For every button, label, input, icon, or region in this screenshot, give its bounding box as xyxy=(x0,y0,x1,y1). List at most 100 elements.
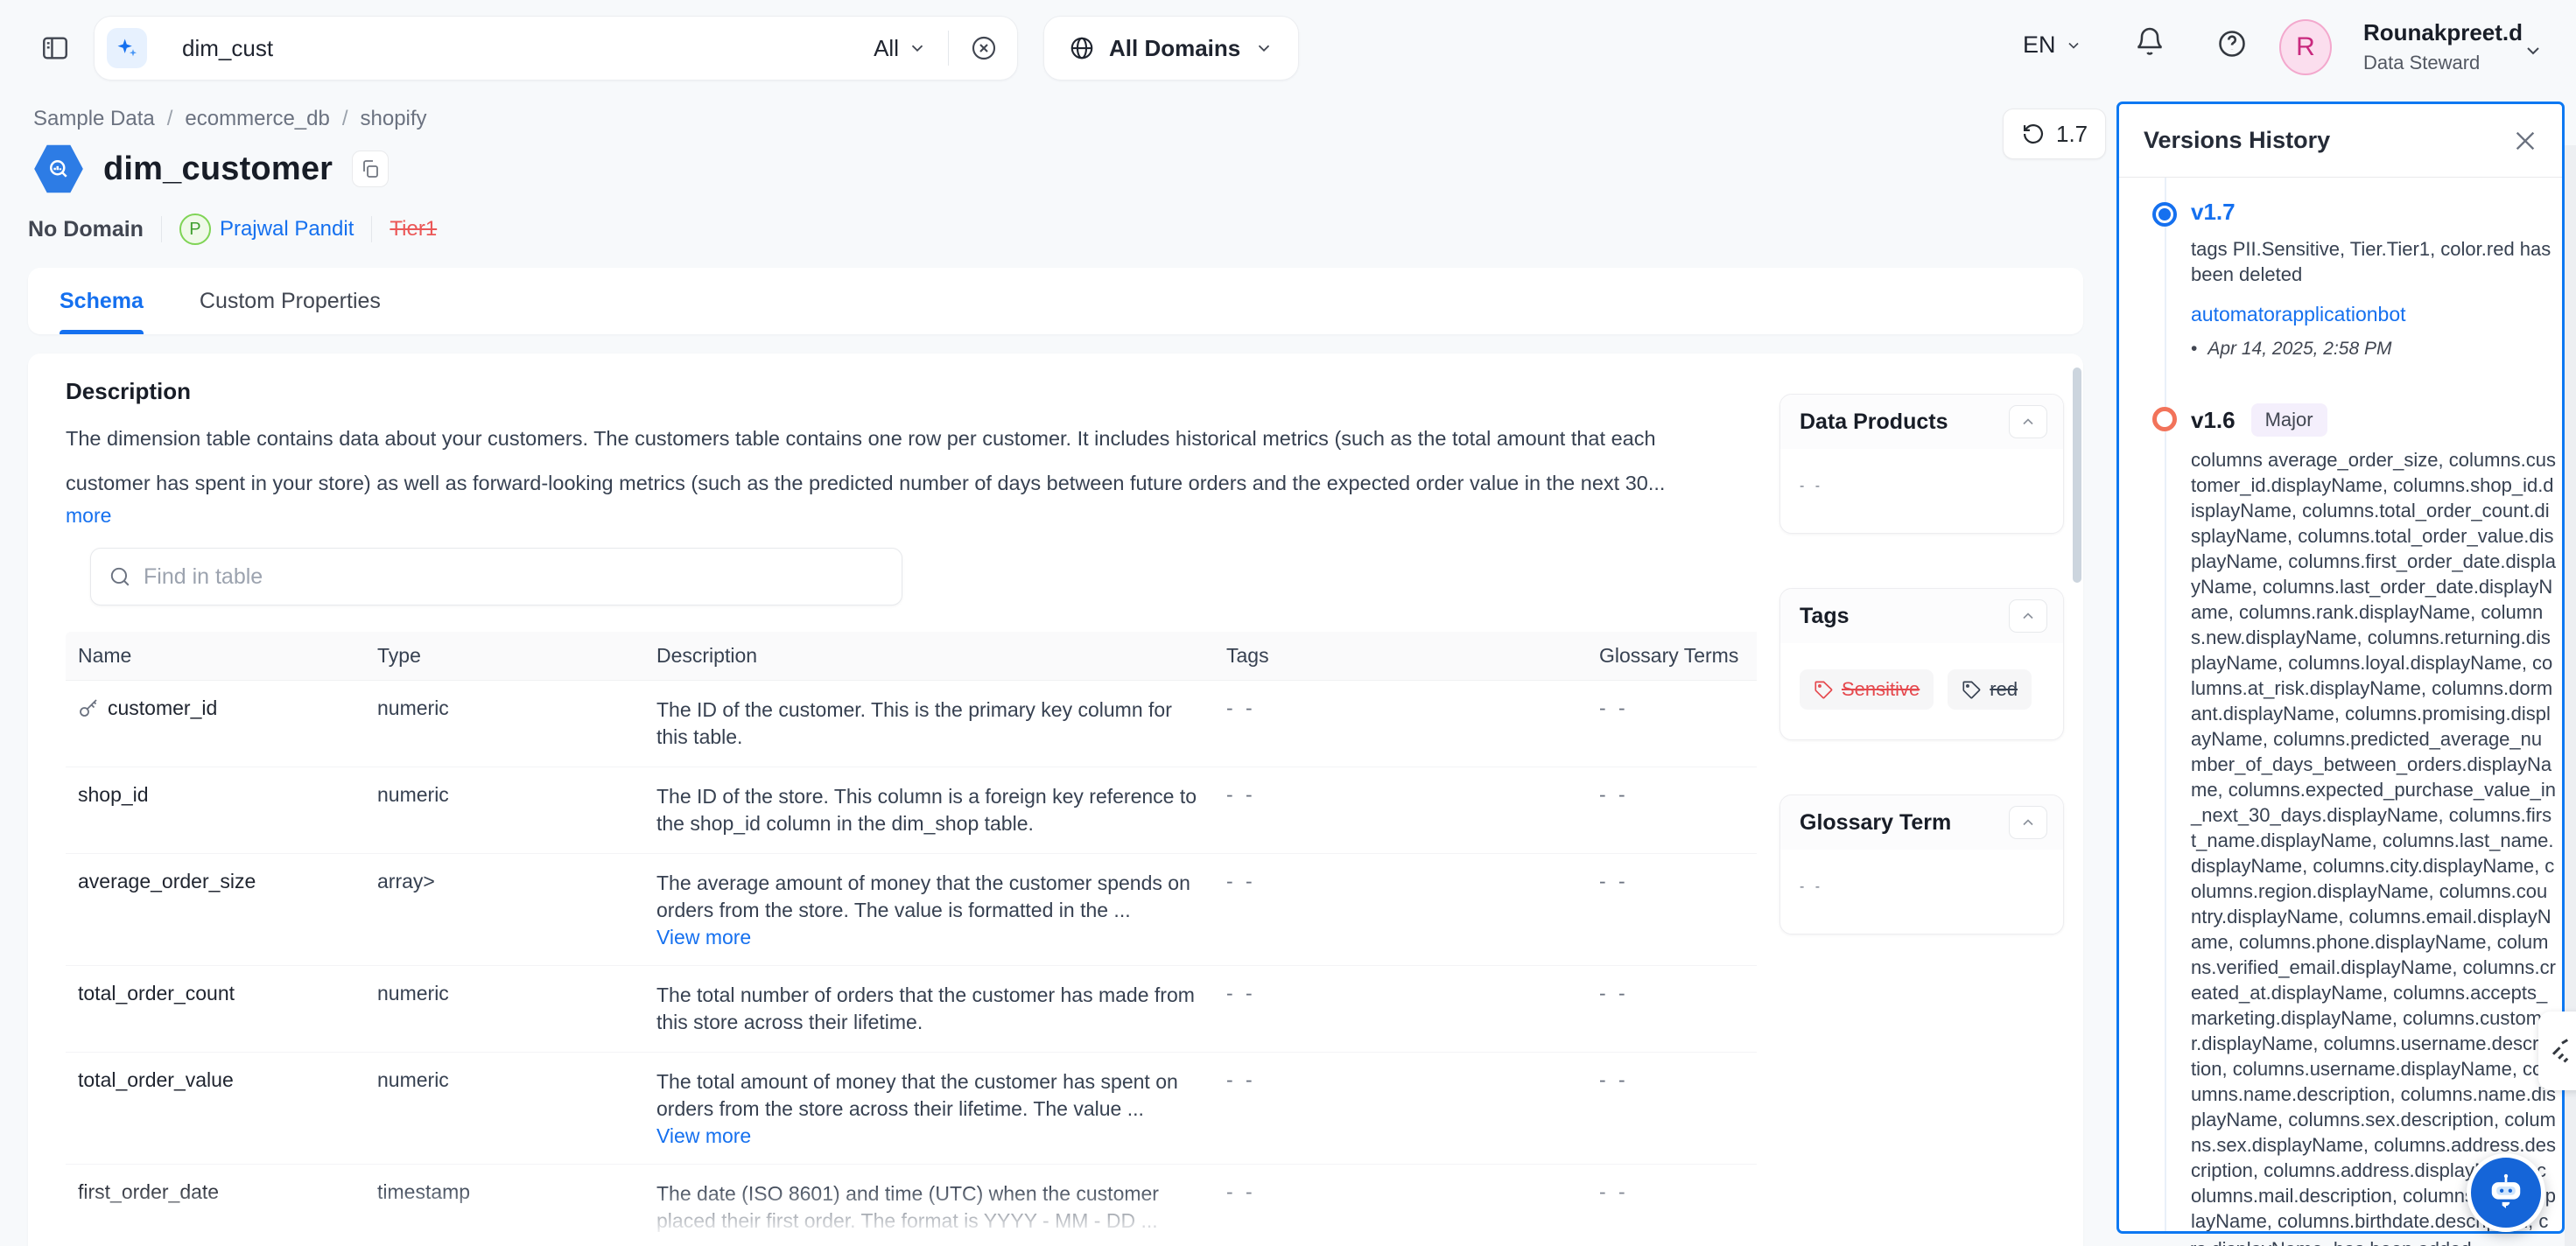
column-description: The total number of orders that the cust… xyxy=(656,982,1204,1036)
column-header-tags: Tags xyxy=(1209,632,1582,681)
column-type: numeric xyxy=(360,1053,639,1165)
description-text: The dimension table contains data about … xyxy=(66,416,1733,506)
global-search-bar[interactable]: All xyxy=(94,16,1018,80)
copy-icon xyxy=(360,158,381,179)
collapse-button[interactable] xyxy=(2009,806,2047,839)
column-name: first_order_date xyxy=(78,1180,219,1204)
column-name: average_order_size xyxy=(78,870,256,893)
column-header-description: Description xyxy=(639,632,1209,681)
tab-custom-properties[interactable]: Custom Properties xyxy=(200,268,381,334)
tags-empty[interactable]: - - xyxy=(1226,982,1256,1004)
view-more-link[interactable]: View more xyxy=(656,1124,751,1148)
language-dropdown[interactable]: EN xyxy=(2023,32,2082,59)
tags-empty[interactable]: - - xyxy=(1226,696,1256,719)
chevron-down-icon[interactable] xyxy=(2523,40,2544,61)
page-title: dim_customer xyxy=(103,150,333,188)
data-products-title: Data Products xyxy=(1800,410,1948,435)
user-menu[interactable]: Rounakpreet.d Data Steward xyxy=(2363,19,2523,74)
table-row[interactable]: average_order_size array> The average am… xyxy=(66,854,1757,966)
view-more-link[interactable]: View more xyxy=(656,1236,751,1246)
close-icon xyxy=(2511,127,2539,155)
clear-search-icon[interactable] xyxy=(970,34,998,62)
glossary-empty[interactable]: - - xyxy=(1599,982,1629,1004)
tags-empty[interactable]: - - xyxy=(1226,1068,1256,1091)
domain-label[interactable]: No Domain xyxy=(28,217,144,242)
clipped-version-text: rs.displayName, has been added xyxy=(2190,1236,2558,1246)
version-history-icon xyxy=(2021,122,2046,146)
panel-left-icon xyxy=(40,33,70,63)
tag-icon xyxy=(1962,680,1981,699)
user-avatar[interactable]: R xyxy=(2279,19,2332,75)
table-row[interactable]: total_order_value numeric The total amou… xyxy=(66,1053,1757,1165)
version-link[interactable]: v1.7 xyxy=(2191,199,2236,226)
version-label[interactable]: v1.6 xyxy=(2191,407,2236,434)
table-row[interactable]: shop_id numeric The ID of the store. Thi… xyxy=(66,767,1757,854)
tags-empty[interactable]: - - xyxy=(1226,870,1256,892)
column-name: total_order_count xyxy=(78,982,235,1005)
column-description: The ID of the store. This column is a fo… xyxy=(656,783,1204,837)
collapse-button[interactable] xyxy=(2009,405,2047,438)
tags-empty[interactable]: - - xyxy=(1226,1180,1256,1203)
domains-dropdown[interactable]: All Domains xyxy=(1043,16,1299,80)
search-input[interactable] xyxy=(182,35,874,62)
ai-sparkle-icon[interactable] xyxy=(107,28,147,68)
glossary-empty[interactable]: - - xyxy=(1599,1180,1629,1203)
version-radio[interactable] xyxy=(2152,407,2177,431)
tag-chip-sensitive[interactable]: Sensitive xyxy=(1800,669,1934,710)
column-name: total_order_value xyxy=(78,1068,234,1092)
table-row[interactable]: first_order_date timestamp The date (ISO… xyxy=(66,1165,1757,1246)
glossary-empty[interactable]: - - xyxy=(1599,783,1629,806)
version-author-link[interactable]: automatorapplicationbot xyxy=(2191,303,2539,326)
version-button[interactable]: 1.7 xyxy=(2003,108,2106,159)
column-description: The date (ISO 8601) and time (UTC) when … xyxy=(656,1180,1204,1235)
user-role: Data Steward xyxy=(2363,52,2523,74)
table-row[interactable]: total_order_count numeric The total numb… xyxy=(66,966,1757,1053)
breadcrumb-schema[interactable]: shopify xyxy=(361,107,427,131)
robot-icon xyxy=(2483,1170,2529,1215)
domains-label: All Domains xyxy=(1109,35,1240,62)
tag-label: Sensitive xyxy=(1842,678,1920,701)
data-products-empty: - - xyxy=(1800,479,1823,494)
breadcrumb-service[interactable]: Sample Data xyxy=(33,107,155,131)
copy-link-button[interactable] xyxy=(352,150,389,187)
column-header-glossary: Glossary Terms xyxy=(1582,632,1757,681)
resize-handle-icon xyxy=(2549,1036,2575,1066)
version-radio-selected[interactable] xyxy=(2152,202,2177,227)
glossary-empty[interactable]: - - xyxy=(1599,696,1629,719)
table-row[interactable]: customer_id numeric The ID of the custom… xyxy=(66,681,1757,767)
chevron-up-icon xyxy=(2019,413,2037,430)
major-badge: Major xyxy=(2251,403,2327,437)
tags-title: Tags xyxy=(1800,604,1850,629)
find-in-table-input[interactable] xyxy=(144,564,884,590)
scrollbar-thumb[interactable] xyxy=(2073,368,2081,583)
chevron-down-icon xyxy=(1254,38,1274,58)
divider xyxy=(371,216,372,242)
search-scope-dropdown[interactable]: All xyxy=(874,35,927,62)
column-description: The ID of the customer. This is the prim… xyxy=(656,696,1204,751)
tag-chip-red[interactable]: red xyxy=(1948,669,2032,710)
glossary-term-title: Glossary Term xyxy=(1800,810,1951,836)
description-more-link[interactable]: more xyxy=(66,504,111,528)
chat-bot-button[interactable] xyxy=(2467,1153,2545,1232)
glossary-empty[interactable]: - - xyxy=(1599,1068,1629,1091)
sidebar-toggle-button[interactable] xyxy=(40,33,70,63)
owner-name: Prajwal Pandit xyxy=(220,217,354,242)
tier-label[interactable]: Tier1 xyxy=(390,217,437,242)
close-panel-button[interactable] xyxy=(2511,127,2539,155)
help-button[interactable] xyxy=(2216,28,2248,60)
breadcrumb-database[interactable]: ecommerce_db xyxy=(185,107,329,131)
glossary-empty[interactable]: - - xyxy=(1599,870,1629,892)
find-in-table-box[interactable] xyxy=(90,548,902,606)
tab-schema[interactable]: Schema xyxy=(60,268,144,334)
versions-history-panel: Versions History v1.7 tags PII.Sensitive… xyxy=(2116,102,2565,1234)
data-products-card: Data Products - - xyxy=(1779,394,2064,534)
tags-empty[interactable]: - - xyxy=(1226,783,1256,806)
notifications-button[interactable] xyxy=(2134,26,2165,58)
chevron-up-icon xyxy=(2019,814,2037,831)
floating-widget[interactable] xyxy=(2538,1012,2576,1090)
collapse-button[interactable] xyxy=(2009,599,2047,633)
owner-chip[interactable]: P Prajwal Pandit xyxy=(179,214,354,245)
column-description: The total amount of money that the custo… xyxy=(656,1068,1204,1123)
view-more-link[interactable]: View more xyxy=(656,926,751,949)
question-icon xyxy=(2216,28,2248,60)
